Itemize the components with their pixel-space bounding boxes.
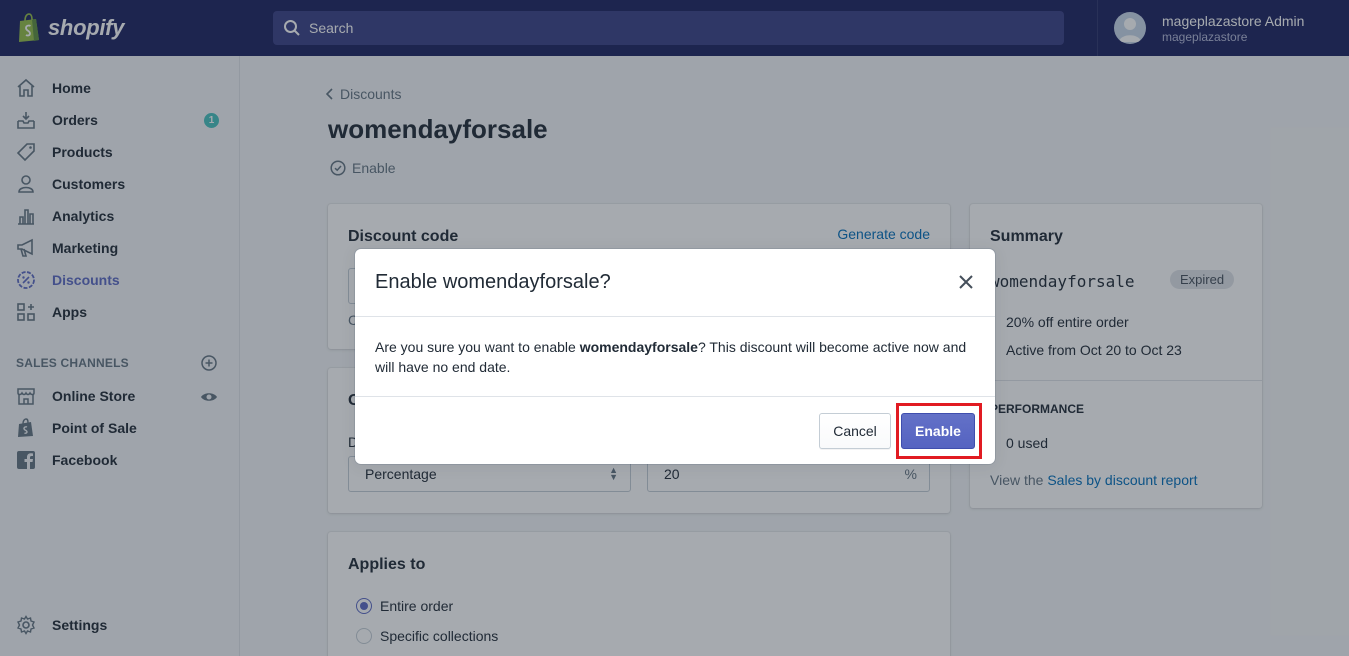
- close-icon: [959, 275, 973, 289]
- modal-body-code: womendayforsale: [579, 339, 698, 355]
- cancel-button[interactable]: Cancel: [819, 413, 891, 449]
- highlight-box: [896, 403, 982, 459]
- modal-body: Are you sure you want to enable womenday…: [375, 337, 975, 377]
- modal-title: Enable womendayforsale?: [375, 271, 611, 293]
- close-button[interactable]: [955, 271, 977, 293]
- divider: [355, 316, 995, 317]
- modal-body-prefix: Are you sure you want to enable: [375, 339, 576, 355]
- divider: [355, 396, 995, 397]
